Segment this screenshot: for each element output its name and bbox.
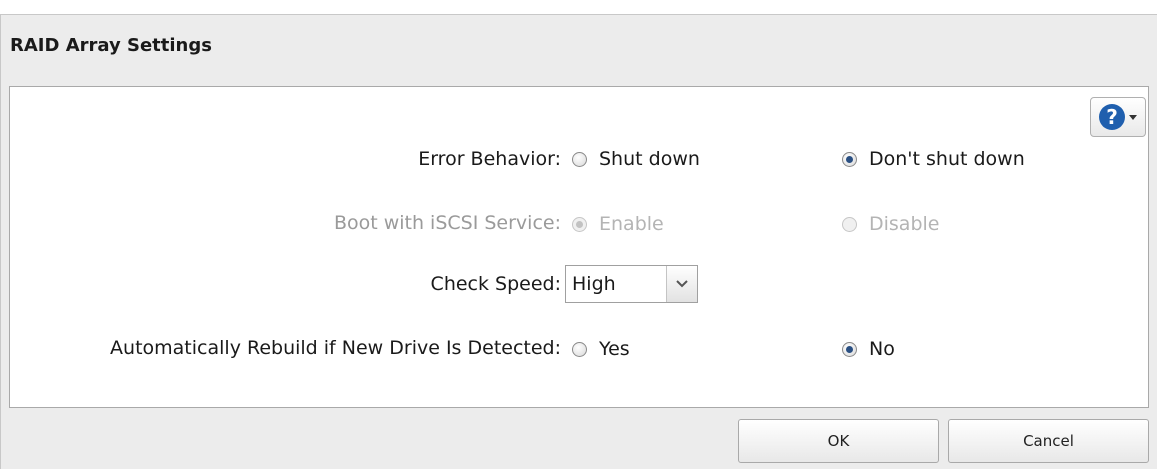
caret-down-icon bbox=[1129, 114, 1137, 120]
radio-button-icon bbox=[572, 341, 587, 357]
cancel-button[interactable]: Cancel bbox=[948, 419, 1149, 463]
radio-yes[interactable]: Yes bbox=[572, 338, 630, 360]
radio-label: Yes bbox=[599, 338, 630, 360]
radio-button-icon bbox=[842, 216, 857, 232]
help-menu-button[interactable]: ? bbox=[1090, 97, 1146, 137]
check-speed-value: High bbox=[572, 273, 616, 295]
radio-label: Enable bbox=[599, 213, 664, 235]
check-speed-label: Check Speed: bbox=[430, 273, 561, 295]
radio-label: Don't shut down bbox=[869, 148, 1025, 170]
dialog-title: RAID Array Settings bbox=[10, 35, 212, 56]
radio-enable: Enable bbox=[572, 213, 664, 235]
radio-disable: Disable bbox=[842, 213, 939, 235]
radio-button-checked-icon bbox=[842, 341, 857, 357]
radio-label: No bbox=[869, 338, 895, 360]
radio-shut-down[interactable]: Shut down bbox=[572, 148, 700, 170]
check-speed-select[interactable]: High bbox=[565, 265, 698, 303]
error-behavior-label: Error Behavior: bbox=[418, 148, 561, 170]
question-circle-icon: ? bbox=[1099, 104, 1125, 130]
radio-no[interactable]: No bbox=[842, 338, 895, 360]
radio-button-icon bbox=[572, 151, 587, 167]
ok-button[interactable]: OK bbox=[738, 419, 939, 463]
radio-dont-shut-down[interactable]: Don't shut down bbox=[842, 148, 1025, 170]
boot-iscsi-label: Boot with iSCSI Service: bbox=[333, 212, 561, 234]
radio-label: Shut down bbox=[599, 148, 700, 170]
raid-settings-dialog: RAID Array Settings ? Error Behavior: Sh… bbox=[0, 14, 1157, 469]
radio-label: Disable bbox=[869, 213, 940, 235]
auto-rebuild-label: Automatically Rebuild if New Drive Is De… bbox=[110, 337, 561, 359]
radio-button-checked-icon bbox=[842, 151, 857, 167]
settings-panel: ? Error Behavior: Shut down Don't shut d… bbox=[9, 86, 1149, 408]
radio-button-checked-icon bbox=[572, 216, 587, 232]
chevron-down-icon[interactable] bbox=[666, 266, 697, 302]
